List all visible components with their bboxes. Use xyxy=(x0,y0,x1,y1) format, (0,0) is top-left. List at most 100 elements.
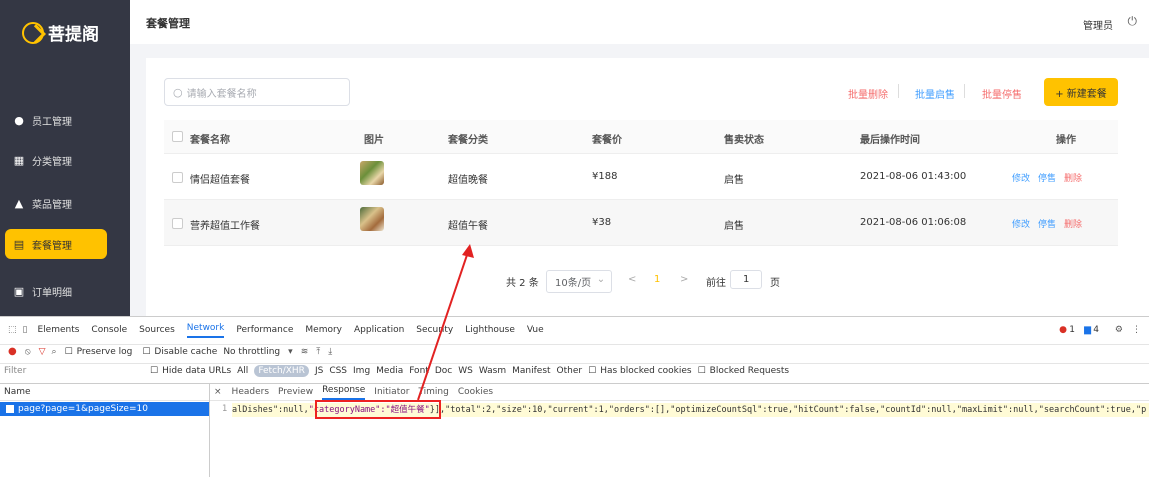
search-icon[interactable]: ⌕ xyxy=(52,347,57,357)
filter-type[interactable]: CSS xyxy=(329,366,347,376)
filter-type[interactable]: All xyxy=(237,366,248,376)
goto-page-input[interactable]: 1 xyxy=(730,270,763,289)
hide-data-urls-checkbox[interactable]: ☐ xyxy=(150,366,158,376)
gear-icon[interactable]: ⚙ xyxy=(1115,325,1123,335)
detail-tab[interactable]: Timing xyxy=(418,387,448,397)
detail-tab[interactable]: Preview xyxy=(278,387,313,397)
select-all-checkbox[interactable] xyxy=(172,131,183,142)
devtools-tab-network[interactable]: Network xyxy=(186,323,225,338)
detail-tab[interactable]: Headers xyxy=(232,387,269,397)
new-setmeal-button[interactable]: + 新建套餐 xyxy=(1044,78,1118,106)
page-number-current[interactable]: 1 xyxy=(654,274,660,285)
page-size-select[interactable]: 10条/页 ⌄ xyxy=(546,270,613,293)
header-ops: 操作 xyxy=(1056,135,1076,146)
filter-type[interactable]: JS xyxy=(315,366,323,376)
devtools-tab[interactable]: Elements xyxy=(37,325,79,335)
blocked-requests-checkbox[interactable]: ☐ xyxy=(698,366,706,376)
logout-icon[interactable]: ⏻ xyxy=(1128,14,1138,29)
filter-input[interactable]: Filter xyxy=(0,366,150,376)
blocked-cookies-checkbox[interactable]: ☐ xyxy=(588,366,596,376)
filter-type[interactable]: Other xyxy=(557,366,583,376)
cell-price: ¥188 xyxy=(592,171,618,182)
admin-name[interactable]: 管理员 xyxy=(1083,17,1113,32)
record-icon[interactable]: ● xyxy=(8,346,17,357)
devtools-panel: ⬚ ▯ Elements Console Sources Network Per… xyxy=(0,316,1149,477)
topbar: 套餐管理 管理员 ⏻ xyxy=(130,0,1149,44)
batch-delete-button[interactable]: 批量删除 xyxy=(848,86,888,101)
batch-disable-button[interactable]: 批量停售 xyxy=(982,86,1022,101)
filter-type[interactable]: Media xyxy=(376,366,403,376)
receipt-icon: ▣ xyxy=(13,284,25,298)
search-input[interactable]: ○ 请输入套餐名称 xyxy=(164,78,350,106)
line-number: 1 xyxy=(222,404,228,414)
clear-icon[interactable]: ⦸ xyxy=(25,347,31,357)
upload-icon[interactable]: ⤒ xyxy=(316,347,320,357)
devtools-tab[interactable]: Lighthouse xyxy=(465,325,515,335)
filter-type[interactable]: Doc xyxy=(435,366,452,376)
sidebar-item-employees[interactable]: ● 员工管理 xyxy=(0,105,130,135)
main-content: 套餐管理 管理员 ⏻ ○ 请输入套餐名称 批量删除 批量启售 批量停售 + 新建… xyxy=(130,0,1149,316)
network-conditions-icon[interactable]: ≋ xyxy=(301,347,309,357)
close-icon[interactable]: × xyxy=(214,387,222,397)
disable-link[interactable]: 停售 xyxy=(1038,171,1056,184)
filter-type[interactable]: Font xyxy=(409,366,429,376)
devtools-tab[interactable]: Application xyxy=(354,325,404,335)
chevron-down-icon[interactable]: ▾ xyxy=(288,347,293,357)
batch-enable-button[interactable]: 批量启售 xyxy=(915,86,955,101)
detail-tab[interactable]: Initiator xyxy=(374,387,409,397)
setmeal-image xyxy=(360,161,384,185)
device-toolbar-icon[interactable]: ▯ xyxy=(23,325,28,335)
devtools-tab[interactable]: Memory xyxy=(305,325,342,335)
header-name: 套餐名称 xyxy=(190,135,230,146)
preserve-log-checkbox[interactable]: ☐ xyxy=(65,347,73,357)
filter-type-fetch-xhr[interactable]: Fetch/XHR xyxy=(254,364,309,377)
response-suffix: }],"total":2,"size":10,"current":1,"orde… xyxy=(429,405,1147,415)
filter-type[interactable]: Wasm xyxy=(479,366,506,376)
devtools-tab[interactable]: Security xyxy=(416,325,453,335)
detail-tab-response[interactable]: Response xyxy=(322,385,366,400)
setmeal-card: ○ 请输入套餐名称 批量删除 批量启售 批量停售 + 新建套餐 套餐名称 图片 … xyxy=(146,58,1149,316)
sidebar-item-dishes[interactable]: ▲ 菜品管理 xyxy=(0,188,130,218)
cell-price: ¥38 xyxy=(592,217,612,228)
download-icon[interactable]: ⤓ xyxy=(328,347,332,357)
sidebar-item-orders[interactable]: ▣ 订单明细 xyxy=(0,276,130,306)
delete-link[interactable]: 删除 xyxy=(1064,217,1082,230)
devtools-tab[interactable]: Vue xyxy=(527,325,544,335)
edit-link[interactable]: 修改 xyxy=(1012,171,1030,184)
prev-page-button[interactable]: < xyxy=(628,274,636,285)
filter-type[interactable]: WS xyxy=(458,366,473,376)
message-icon[interactable]: ▆ xyxy=(1084,325,1091,335)
sidebar-item-label: 套餐管理 xyxy=(32,240,72,252)
disable-link[interactable]: 停售 xyxy=(1038,217,1056,230)
filter-icon[interactable]: ▽ xyxy=(39,347,46,357)
triangle-icon: ▲ xyxy=(14,196,24,210)
more-icon[interactable]: ⋮ xyxy=(1132,325,1141,335)
next-page-button[interactable]: > xyxy=(680,274,688,285)
blocked-cookies-label: Has blocked cookies xyxy=(600,365,692,376)
setmeal-image xyxy=(360,207,384,231)
request-row[interactable]: page?page=1&pageSize=10 xyxy=(0,402,209,416)
detail-tab[interactable]: Cookies xyxy=(458,387,493,397)
inspect-icon[interactable]: ⬚ xyxy=(8,325,17,335)
sidebar-item-setmeals[interactable]: ▤ 套餐管理 xyxy=(5,229,107,259)
devtools-tab[interactable]: Console xyxy=(91,325,127,335)
response-prefix: alDishes":null, xyxy=(232,405,309,415)
row-checkbox[interactable] xyxy=(172,218,183,229)
disable-cache-checkbox[interactable]: ☐ xyxy=(142,347,150,357)
grid-icon: ▦ xyxy=(13,153,25,167)
table-row: 营养超值工作餐 超值午餐 ¥38 启售 2021-08-06 01:06:08 … xyxy=(164,200,1118,246)
edit-link[interactable]: 修改 xyxy=(1012,217,1030,230)
row-checkbox[interactable] xyxy=(172,172,183,183)
hide-data-urls-label: Hide data URLs xyxy=(162,365,232,376)
sidebar-item-label: 员工管理 xyxy=(32,116,72,128)
throttling-select[interactable]: No throttling xyxy=(223,347,280,357)
filter-type[interactable]: Manifest xyxy=(512,366,550,376)
filter-type[interactable]: Img xyxy=(353,366,370,376)
devtools-tab[interactable]: Performance xyxy=(236,325,293,335)
sidebar-item-categories[interactable]: ▦ 分类管理 xyxy=(0,145,130,175)
devtools-tab[interactable]: Sources xyxy=(139,325,175,335)
header-status: 售卖状态 xyxy=(724,135,764,146)
delete-link[interactable]: 删除 xyxy=(1064,171,1082,184)
error-icon[interactable]: ● xyxy=(1059,325,1067,335)
preserve-log-label: Preserve log xyxy=(76,346,133,357)
